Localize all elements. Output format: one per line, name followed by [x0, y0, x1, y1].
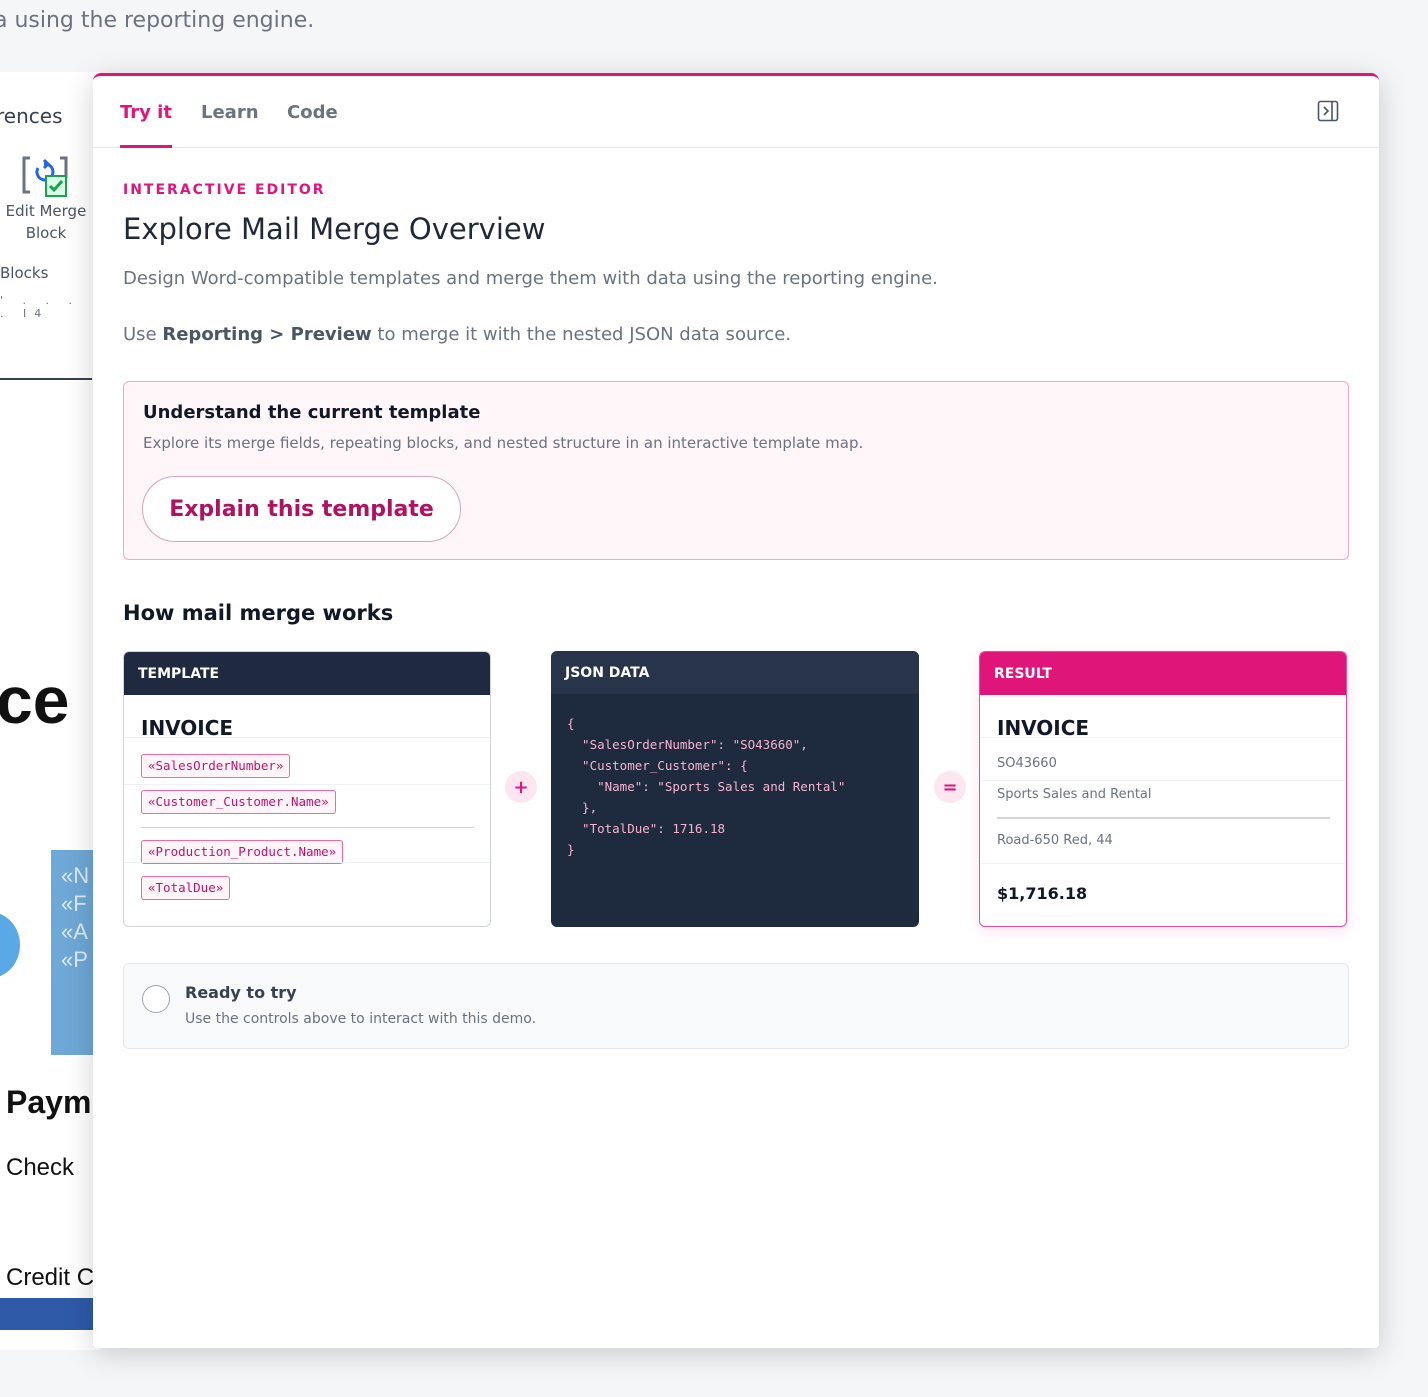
eyebrow-label: INTERACTIVE EDITOR [123, 182, 326, 198]
table-cell: «N [61, 863, 90, 888]
tab-code[interactable]: Code [287, 102, 338, 148]
result-product: Road-650 Red, 44 [997, 833, 1113, 848]
background-subtitle: a using the reporting engine. [0, 8, 315, 33]
document-table-fragment: «N «F «A «P [51, 850, 96, 1055]
explain-template-button[interactable]: Explain this template [142, 476, 461, 542]
tab-try-it[interactable]: Try it [120, 102, 172, 148]
sidebar-collapse-icon[interactable] [1317, 100, 1339, 122]
interactive-panel: Try it Learn Code INTERACTIVE EDITOR Exp… [93, 73, 1379, 1348]
merge-field[interactable]: «Customer_Customer.Name» [141, 790, 336, 814]
equals-icon: = [934, 771, 966, 803]
document-heading-fragment: ce [0, 663, 70, 737]
json-data-card: JSON DATA { "SalesOrderNumber": "SO43660… [551, 651, 919, 927]
instruction-reporting: Reporting [162, 324, 264, 345]
callout-description: Explore its merge fields, repeating bloc… [143, 434, 864, 452]
document-text-payment: Paym [6, 1084, 92, 1120]
document-text-credit: Credit C [6, 1264, 95, 1291]
background-document: rences Edit Merge Block Blocks ' . . . .… [0, 72, 100, 1350]
instruction-text: Use Reporting > Preview to merge it with… [123, 324, 792, 345]
template-card-header: TEMPLATE [124, 652, 490, 695]
status-title: Ready to try [185, 983, 297, 1002]
status-panel: Ready to try Use the controls above to i… [123, 963, 1349, 1049]
result-customer: Sports Sales and Rental [997, 787, 1152, 802]
ribbon-tab-label[interactable]: rences [0, 104, 62, 128]
page-description: Design Word-compatible templates and mer… [123, 268, 938, 289]
table-cell: «A [61, 919, 88, 944]
edit-merge-block-icon[interactable] [20, 154, 70, 200]
merge-field[interactable]: «TotalDue» [141, 876, 231, 900]
document-divider [0, 378, 92, 380]
blocks-group-label: Blocks [0, 264, 49, 282]
result-card-header: RESULT [980, 652, 1346, 695]
document-footer-bar [0, 1298, 100, 1330]
ruler: ' . . . . I4 [0, 294, 81, 320]
status-indicator-icon [142, 985, 170, 1013]
document-text-check: Check [6, 1154, 75, 1181]
merge-field[interactable]: «SalesOrderNumber» [141, 754, 291, 778]
instruction-preview: Preview [290, 324, 372, 345]
document-shape [0, 912, 20, 978]
template-card: TEMPLATE INVOICE «SalesOrderNumber» «Cus… [123, 651, 491, 927]
table-cell: «P [61, 947, 88, 972]
page-title: Explore Mail Merge Overview [123, 212, 546, 246]
merge-field[interactable]: «Production_Product.Name» [141, 840, 344, 864]
callout-title: Understand the current template [143, 402, 481, 423]
json-code: { "SalesOrderNumber": "SO43660", "Custom… [567, 716, 846, 857]
json-card-header: JSON DATA [551, 651, 919, 694]
template-callout: Understand the current template Explore … [123, 381, 1349, 560]
result-order-number: SO43660 [997, 756, 1057, 771]
section-title: How mail merge works [123, 601, 394, 625]
result-total: $1,716.18 [997, 884, 1088, 903]
table-cell: «F [61, 891, 87, 916]
plus-icon: + [505, 771, 537, 803]
edit-merge-block-label[interactable]: Edit Merge Block [0, 200, 92, 244]
tab-bar: Try it Learn Code [93, 76, 1379, 148]
tab-learn[interactable]: Learn [201, 102, 259, 148]
result-card: RESULT INVOICE SO43660 Sports Sales and … [979, 651, 1347, 927]
status-description: Use the controls above to interact with … [185, 1011, 537, 1027]
